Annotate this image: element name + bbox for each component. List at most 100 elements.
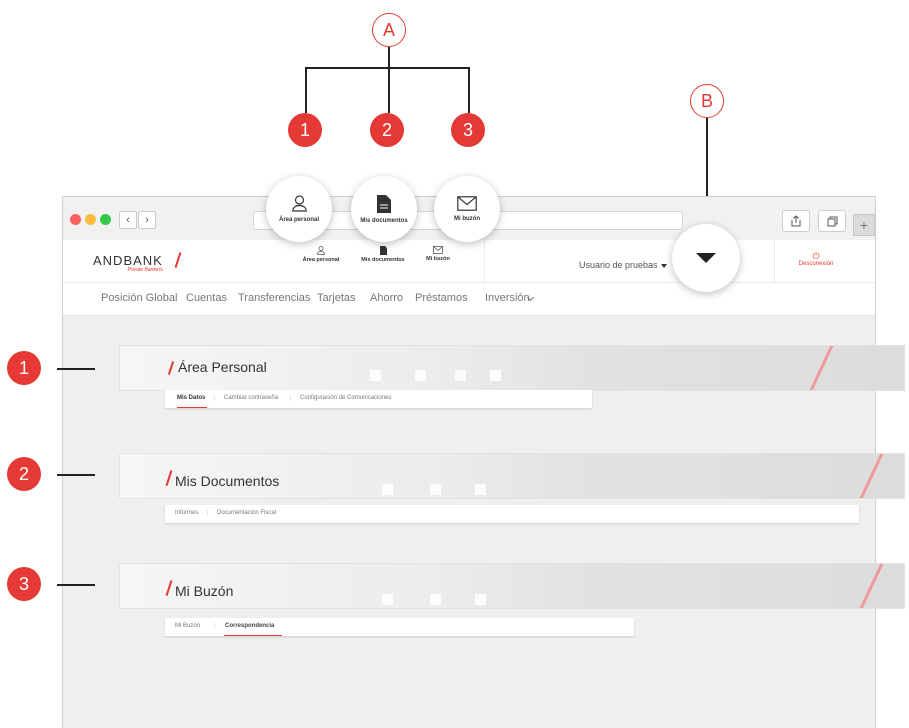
- photo-window: [382, 594, 393, 605]
- bubble-mi-buzon[interactable]: Mi buzón: [434, 176, 500, 242]
- bracket-leg-3: [468, 67, 470, 113]
- new-tab-icon[interactable]: +: [853, 214, 875, 236]
- caret-down-icon: [696, 253, 716, 263]
- tab-documentacion-fiscal[interactable]: Documentación Fiscal: [217, 510, 276, 516]
- tab-cambiar-contrasena[interactable]: Cambiar contraseña: [224, 395, 278, 401]
- bubble-mis-documentos[interactable]: Mis documentos: [351, 176, 417, 242]
- photo-window: [475, 594, 486, 605]
- user-menu-dropdown-button[interactable]: [672, 224, 740, 292]
- menu-prestamos[interactable]: Préstamos: [415, 292, 468, 304]
- active-tab-underline: [177, 406, 207, 408]
- close-dot[interactable]: [70, 214, 81, 225]
- callout-b: B: [690, 84, 724, 118]
- app-header: ANDBANK Private Bankers Área personal Mi…: [63, 240, 875, 283]
- logo-slash: [174, 252, 181, 268]
- section-area-personal-title: Área Personal: [178, 359, 267, 375]
- section-slash: [165, 470, 172, 486]
- menu-ahorro[interactable]: Ahorro: [370, 292, 403, 304]
- logout-button[interactable]: ⏻ Desconexión: [783, 251, 849, 268]
- callout-a-bracket: [305, 67, 469, 69]
- logo[interactable]: ANDBANK Private Bankers: [93, 253, 163, 273]
- photo-window: [415, 370, 426, 381]
- photo-window: [490, 370, 501, 381]
- bubble-area-personal-label: Área personal: [278, 217, 320, 223]
- user-icon: [291, 195, 307, 212]
- badge-2-top: 2: [370, 113, 404, 147]
- badge-1-leader: [57, 368, 95, 370]
- main-menu: Posición Global Cuentas Transferencias T…: [63, 283, 875, 316]
- user-name[interactable]: Usuario de pruebas: [579, 260, 658, 270]
- header-mi-buzon[interactable]: Mi buzón: [408, 246, 468, 262]
- tab-separator: |: [290, 395, 292, 401]
- bubble-mi-buzon-label: Mi buzón: [454, 216, 480, 222]
- user-icon: [317, 246, 325, 255]
- menu-tarjetas[interactable]: Tarjetas: [317, 292, 356, 304]
- subnav-area-personal: Mis Datos | Cambiar contraseña | Configu…: [165, 390, 592, 408]
- section-slash: [165, 580, 172, 596]
- tab-correspondencia[interactable]: Correspondencia: [225, 623, 274, 629]
- section-mis-documentos: Mis Documentos: [119, 453, 905, 499]
- photo-accent: [857, 454, 886, 498]
- bubble-area-personal[interactable]: Área personal: [266, 176, 332, 242]
- logo-text: ANDBANK: [93, 253, 163, 268]
- tab-mi-buzon[interactable]: Mi Buzón: [175, 623, 200, 629]
- section-mis-documentos-title: Mis Documentos: [175, 473, 280, 489]
- header-divider-2: [774, 240, 775, 282]
- section-area-personal: Área Personal: [119, 345, 905, 391]
- mail-icon: [457, 196, 477, 211]
- badge-2-leader: [57, 474, 95, 476]
- menu-cuentas[interactable]: Cuentas: [186, 292, 227, 304]
- badge-2-side: 2: [7, 457, 41, 491]
- subnav-mi-buzon: Mi Buzón | Correspondencia: [165, 618, 634, 636]
- share-icon[interactable]: [782, 210, 810, 232]
- badge-1-top: 1: [288, 113, 322, 147]
- tab-informes[interactable]: Informes: [175, 510, 198, 516]
- header-mis-documentos[interactable]: Mis documentos: [353, 246, 413, 263]
- active-tab-underline: [224, 634, 282, 636]
- photo-window: [430, 594, 441, 605]
- bracket-leg-2: [388, 67, 390, 113]
- maximize-dot[interactable]: [100, 214, 111, 225]
- photo-accent: [807, 346, 836, 390]
- badge-3-side: 3: [7, 567, 41, 601]
- photo-window: [370, 370, 381, 381]
- back-icon[interactable]: ‹: [119, 211, 137, 229]
- menu-transferencias[interactable]: Transferencias: [238, 292, 310, 304]
- power-icon: ⏻: [812, 251, 820, 261]
- header-divider: [484, 240, 485, 282]
- subnav-mis-documentos: Informes | Documentación Fiscal: [165, 505, 859, 523]
- photo-window: [455, 370, 466, 381]
- section-slash: [167, 361, 174, 375]
- tabs-icon[interactable]: [818, 210, 846, 232]
- minimize-dot[interactable]: [85, 214, 96, 225]
- forward-icon[interactable]: ›: [138, 211, 156, 229]
- user-caret-icon[interactable]: [661, 264, 667, 268]
- tab-separator: |: [214, 395, 216, 401]
- badge-3-top: 3: [451, 113, 485, 147]
- badge-3-leader: [57, 584, 95, 586]
- header-area-personal-label: Área personal: [302, 257, 340, 263]
- header-mis-documentos-label: Mis documentos: [361, 257, 405, 263]
- bubble-mis-documentos-label: Mis documentos: [360, 217, 408, 224]
- tab-separator: |: [214, 623, 216, 629]
- document-icon: [379, 246, 387, 255]
- mail-icon: [433, 246, 443, 254]
- section-mi-buzon: Mi Buzón: [119, 563, 905, 609]
- photo-window: [475, 484, 486, 495]
- callout-a-stem: [388, 47, 390, 68]
- logout-label: Desconexión: [798, 261, 834, 267]
- tab-separator: |: [207, 510, 209, 516]
- photo-window: [382, 484, 393, 495]
- menu-inversion[interactable]: Inversión: [485, 292, 530, 304]
- tab-mis-datos[interactable]: Mis Datos: [177, 395, 205, 401]
- bracket-leg-1: [305, 67, 307, 113]
- badge-1-side: 1: [7, 351, 41, 385]
- header-area-personal[interactable]: Área personal: [291, 246, 351, 263]
- photo-accent: [857, 564, 886, 608]
- menu-posicion-global[interactable]: Posición Global: [101, 292, 177, 304]
- header-mi-buzon-label: Mi buzón: [426, 256, 450, 262]
- photo-window: [430, 484, 441, 495]
- document-icon: [377, 194, 391, 213]
- section-mi-buzon-title: Mi Buzón: [175, 583, 234, 599]
- tab-configuracion-comunicaciones[interactable]: Configuración de Comunicaciones: [300, 395, 391, 401]
